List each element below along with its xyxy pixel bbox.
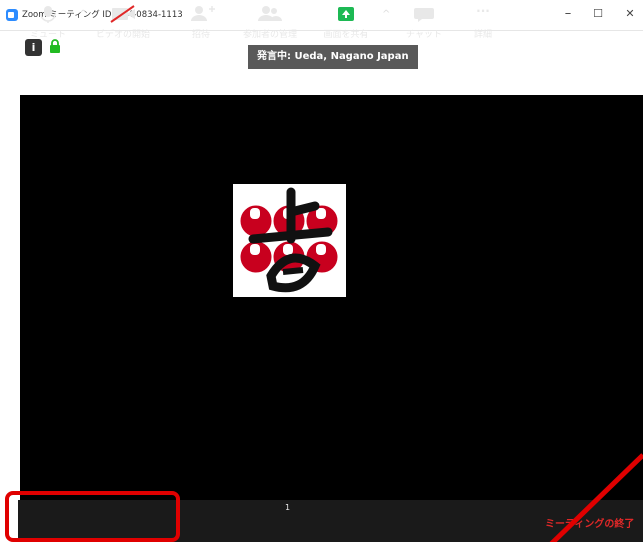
- bottom-strip: [0, 542, 643, 546]
- annotation-red-line: [547, 453, 643, 546]
